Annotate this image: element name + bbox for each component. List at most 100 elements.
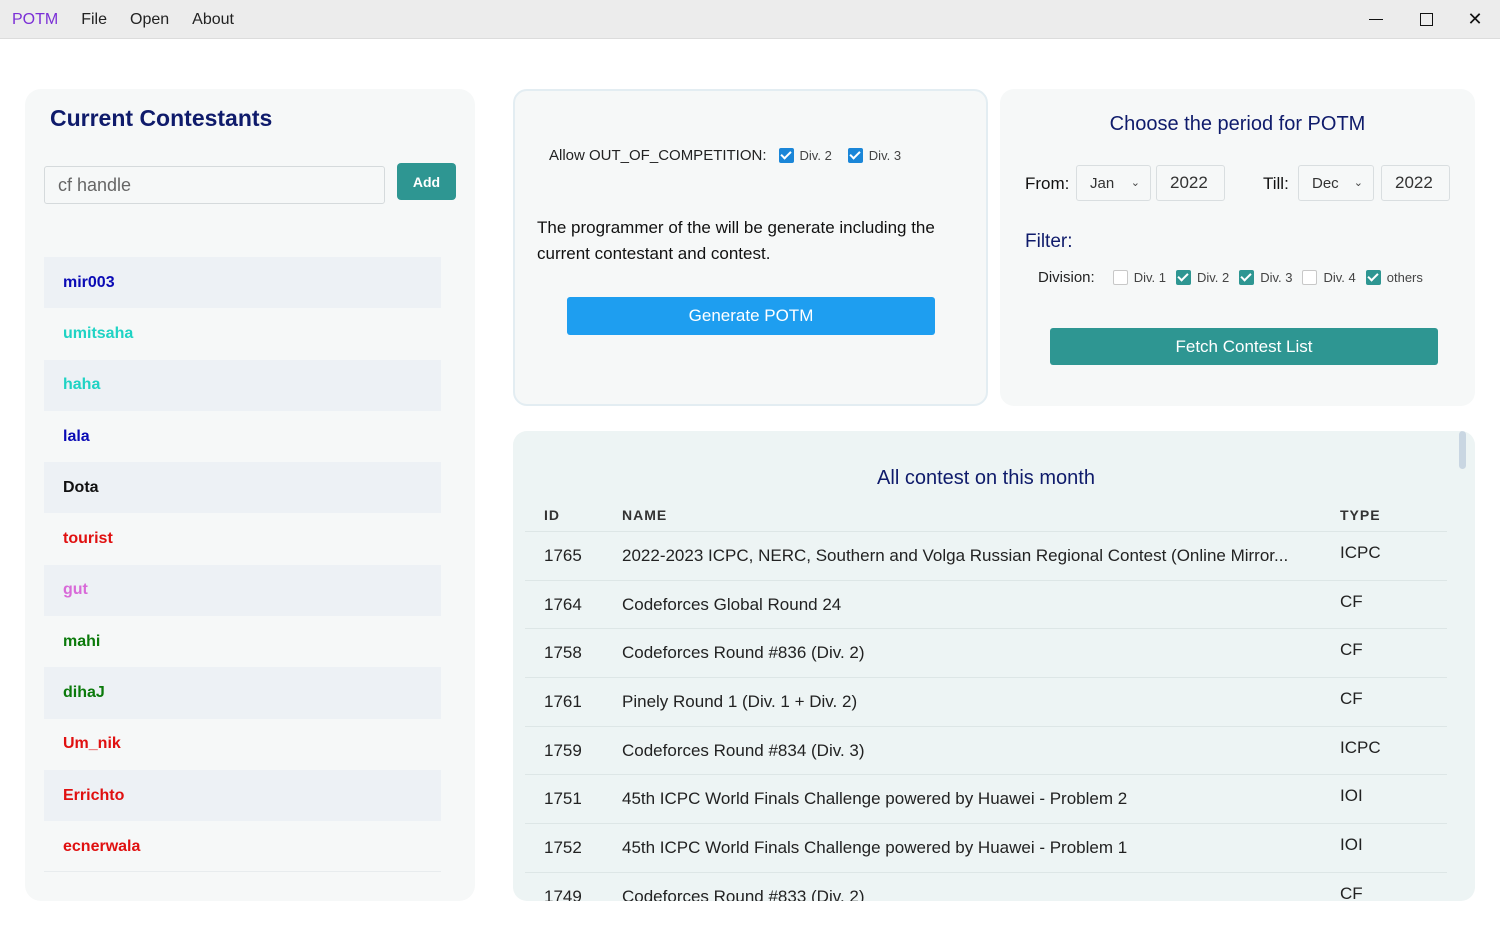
contestant-handle: Errichto: [63, 786, 125, 804]
generate-potm-button[interactable]: Generate POTM: [567, 297, 935, 335]
list-divider: [44, 871, 441, 872]
division-checkbox[interactable]: [1175, 270, 1191, 285]
contestant-item[interactable]: mahi: [44, 616, 441, 667]
from-label: From:: [1025, 174, 1070, 193]
table-row[interactable]: 1749 Codeforces Round #833 (Div. 2) CF: [525, 871, 1447, 901]
period-panel: Choose the period for POTM From: Jan ⌄ 2…: [1000, 89, 1475, 406]
table-row[interactable]: 1751 45th ICPC World Finals Challenge pow…: [525, 774, 1447, 823]
contestant-handle: lala: [63, 427, 90, 445]
contestant-handle: mahi: [63, 632, 101, 650]
allow-div2-checkbox[interactable]: [778, 148, 794, 163]
division-checkbox[interactable]: [1365, 270, 1381, 285]
contestant-handle: ecnerwala: [63, 837, 141, 855]
period-title: Choose the period for POTM: [1109, 113, 1366, 135]
contestant-item[interactable]: umitsaha: [44, 308, 441, 359]
menu-open[interactable]: Open: [130, 11, 169, 29]
contestant-item[interactable]: Dota: [44, 462, 441, 514]
allow-div3-label: Div. 3: [868, 148, 902, 163]
contestant-item[interactable]: dihaJ: [44, 667, 441, 719]
cell-type: CF: [1340, 689, 1363, 709]
minimize-button[interactable]: [1352, 0, 1400, 39]
contestant-item[interactable]: Errichto: [44, 769, 441, 822]
contestant-list: mir003 umitsaha haha lala Dota tourist gut mahi…: [44, 257, 441, 873]
header-id: ID: [544, 507, 560, 523]
add-button[interactable]: Add: [397, 163, 456, 200]
table-row[interactable]: 1759 Codeforces Round #834 (Div. 3) ICPC: [525, 725, 1447, 775]
division-label: Division:: [1038, 269, 1095, 286]
allow-div3-checkbox[interactable]: [847, 148, 863, 163]
cell-name: 45th ICPC World Finals Challenge powered…: [622, 838, 1128, 858]
filter-title: Filter:: [1025, 231, 1073, 252]
close-button[interactable]: ✕: [1451, 0, 1499, 39]
table-row[interactable]: 1761 Pinely Round 1 (Div. 1 + Div. 2) CF: [525, 677, 1447, 726]
contestant-handle: Dota: [63, 478, 99, 496]
division-checkbox[interactable]: [1302, 270, 1318, 285]
fetch-contest-list-button[interactable]: Fetch Contest List: [1050, 328, 1438, 365]
division-checkbox-label: others: [1386, 270, 1423, 285]
contestant-item[interactable]: haha: [44, 359, 441, 411]
menu-file[interactable]: File: [81, 11, 107, 29]
header-name: NAME: [622, 507, 668, 523]
maximize-button[interactable]: [1402, 0, 1450, 39]
table-row[interactable]: 1765 2022-2023 ICPC, NERC, Southern and V…: [525, 531, 1447, 580]
cell-type: IOI: [1340, 786, 1363, 806]
cell-id: 1759: [544, 740, 582, 760]
from-year-input[interactable]: 2022: [1156, 165, 1225, 201]
division-filter-row: Division: Div. 1 Div. 2 Div. 3 Div. 4 others: [1038, 269, 1433, 286]
cell-type: IOI: [1340, 835, 1363, 855]
handle-input[interactable]: [44, 166, 385, 204]
contestants-title: Current Contestants: [50, 105, 273, 131]
allow-out-of-competition-row: Allow OUT_OF_COMPETITION: Div. 2 Div. 3: [549, 147, 917, 164]
title-bar: POTM File Open About ✕: [0, 0, 1500, 39]
table-row[interactable]: 1764 Codeforces Global Round 24 CF: [525, 579, 1447, 629]
till-label: Till:: [1263, 174, 1289, 193]
chevron-down-icon: ⌄: [1353, 177, 1363, 189]
cell-id: 1752: [544, 838, 582, 858]
cell-type: CF: [1340, 640, 1363, 660]
generate-panel: Allow OUT_OF_COMPETITION: Div. 2 Div. 3 …: [513, 89, 988, 406]
contestant-item[interactable]: mir003: [44, 257, 441, 309]
allow-label: Allow OUT_OF_COMPETITION:: [549, 147, 767, 164]
table-scrollbar[interactable]: [1459, 431, 1469, 471]
division-checkbox-label: Div. 2: [1196, 270, 1230, 285]
division-checkbox-label: Div. 4: [1323, 270, 1356, 285]
chevron-down-icon: ⌄: [1130, 177, 1140, 189]
table-header: ID NAME TYPE: [544, 507, 1444, 529]
division-checkbox[interactable]: [1239, 270, 1255, 285]
contestant-handle: gut: [63, 581, 88, 599]
cell-name: Codeforces Round #833 (Div. 2): [622, 886, 865, 901]
scrollbar-thumb[interactable]: [1459, 431, 1466, 469]
division-checkbox[interactable]: [1112, 270, 1128, 285]
cell-id: 1749: [544, 886, 582, 901]
contestant-item[interactable]: gut: [44, 564, 441, 617]
cell-name: Codeforces Round #836 (Div. 2): [622, 643, 865, 663]
contestant-item[interactable]: Um_nik: [44, 719, 441, 770]
table-row[interactable]: 1758 Codeforces Round #836 (Div. 2) CF: [525, 628, 1447, 677]
cell-type: ICPC: [1340, 543, 1381, 562]
contest-rows: 1765 2022-2023 ICPC, NERC, Southern and V…: [525, 531, 1447, 901]
generate-description: The programmer of the will be generate i…: [537, 218, 935, 263]
menu-about[interactable]: About: [192, 11, 234, 29]
contest-table-panel: All contest on this month ID NAME TYPE 1…: [513, 431, 1475, 901]
till-month-select[interactable]: Dec ⌄: [1298, 165, 1374, 201]
till-month-value: Dec: [1312, 174, 1339, 192]
cell-type: ICPC: [1340, 737, 1381, 757]
till-year-input[interactable]: 2022: [1381, 165, 1450, 201]
contestant-handle: dihaJ: [63, 684, 105, 702]
contest-table-title: All contest on this month: [877, 467, 1095, 489]
cell-name: 45th ICPC World Finals Challenge powered…: [622, 789, 1128, 809]
minimize-icon: [1369, 18, 1383, 21]
contestant-item[interactable]: lala: [44, 411, 441, 462]
contestant-handle: umitsaha: [63, 324, 134, 342]
cell-name: Codeforces Round #834 (Div. 3): [622, 740, 865, 760]
cell-type: CF: [1340, 883, 1363, 901]
cell-name: 2022-2023 ICPC, NERC, Southern and Volga…: [622, 546, 1289, 565]
contestant-item[interactable]: tourist: [44, 513, 441, 564]
contestant-handle: Um_nik: [63, 735, 121, 753]
from-month-select[interactable]: Jan ⌄: [1076, 165, 1151, 201]
table-row[interactable]: 1752 45th ICPC World Finals Challenge pow…: [525, 823, 1447, 872]
contestant-item[interactable]: ecnerwala: [44, 821, 441, 872]
close-icon: ✕: [1467, 9, 1483, 29]
app-brand[interactable]: POTM: [12, 11, 58, 29]
maximize-icon: [1419, 13, 1433, 26]
